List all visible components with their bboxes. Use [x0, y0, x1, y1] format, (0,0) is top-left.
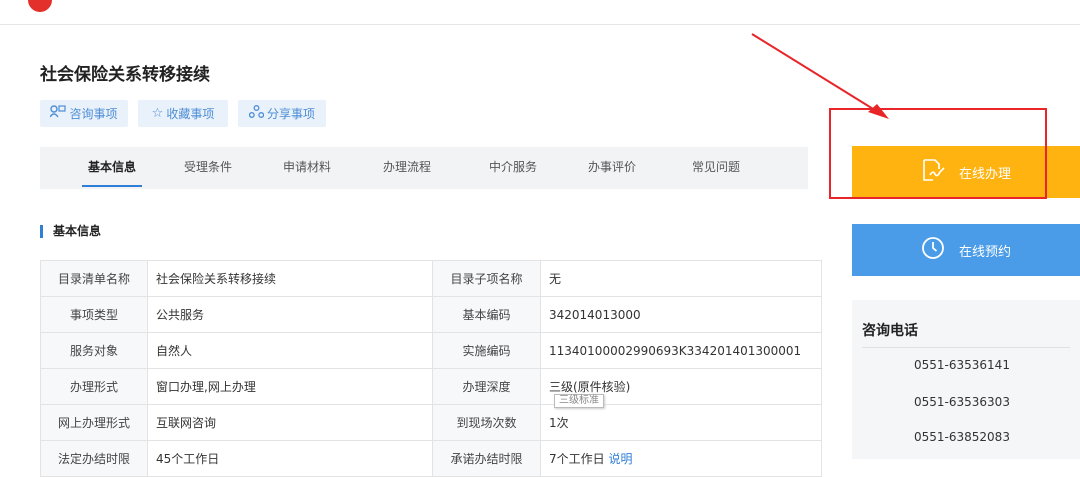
row-value: 公共服务: [147, 296, 433, 333]
document-sign-icon: [921, 159, 945, 185]
section-title: 基本信息: [40, 225, 101, 238]
table-row: 目录清单名称 社会保险关系转移接续 目录子项名称 无: [40, 260, 822, 297]
row-value: 互联网咨询: [147, 404, 433, 441]
table-row: 办理形式 窗口办理,网上办理 办理深度 三级(原件核验): [40, 368, 822, 405]
phone-number: 0551-63852083: [914, 430, 1010, 444]
favorite-item-label: 收藏事项: [166, 107, 215, 121]
row-value: 无: [540, 260, 822, 297]
share-item-button[interactable]: 分享事项: [238, 100, 326, 127]
row-value: 11340100002990693K334201401300001: [540, 332, 822, 369]
page-title: 社会保险关系转移接续: [40, 65, 210, 85]
consult-item-label: 咨询事项: [69, 107, 118, 121]
phone-number: 0551-63536303: [914, 395, 1010, 409]
clock-icon: [921, 236, 945, 264]
row-label: 目录子项名称: [432, 260, 541, 297]
row-value: 窗口办理,网上办理: [147, 368, 433, 405]
share-icon: [248, 105, 265, 122]
row-label: 网上办理形式: [40, 404, 148, 441]
favorite-item-button[interactable]: ☆ 收藏事项: [138, 100, 228, 127]
logo-icon[interactable]: [28, 0, 52, 12]
tab-faq[interactable]: 常见问题: [686, 147, 746, 189]
divider: [862, 347, 1070, 348]
star-icon: ☆: [151, 106, 164, 121]
depth-tooltip: 三级标准: [554, 394, 604, 408]
online-appointment-label: 在线预约: [958, 244, 1011, 260]
row-label: 办理形式: [40, 368, 148, 405]
tab-conditions[interactable]: 受理条件: [178, 147, 238, 189]
online-appointment-button[interactable]: 在线预约: [852, 224, 1080, 276]
explain-link[interactable]: 说明: [608, 452, 632, 466]
row-value: 社会保险关系转移接续: [147, 260, 433, 297]
row-value: 自然人: [147, 332, 433, 369]
row-label: 到现场次数: [432, 404, 541, 441]
consult-item-button[interactable]: 咨询事项: [40, 100, 128, 127]
share-item-label: 分享事项: [266, 107, 315, 121]
row-label: 办理深度: [432, 368, 541, 405]
tab-evaluation[interactable]: 办事评价: [582, 147, 642, 189]
info-tabs: 基本信息 受理条件 申请材料 办理流程 中介服务 办事评价 常见问题: [40, 147, 808, 189]
row-label: 事项类型: [40, 296, 148, 333]
row-label: 实施编码: [432, 332, 541, 369]
table-row: 事项类型 公共服务 基本编码 342014013000: [40, 296, 822, 333]
row-label: 服务对象: [40, 332, 148, 369]
consult-phone-title: 咨询电话: [862, 323, 918, 339]
top-header: [0, 0, 1080, 25]
row-label: 基本编码: [432, 296, 541, 333]
row-label: 目录清单名称: [40, 260, 148, 297]
online-handle-button[interactable]: 在线办理: [852, 146, 1080, 198]
table-row: 服务对象 自然人 实施编码 11340100002990693K33420140…: [40, 332, 822, 369]
row-value: 342014013000: [540, 296, 822, 333]
row-value-text: 7个工作日: [549, 452, 605, 466]
tab-process[interactable]: 办理流程: [377, 147, 437, 189]
tab-intermediary[interactable]: 中介服务: [483, 147, 543, 189]
tab-basic-info[interactable]: 基本信息: [82, 147, 142, 189]
consult-icon: [49, 105, 67, 122]
tab-materials[interactable]: 申请材料: [277, 147, 337, 189]
online-handle-label: 在线办理: [958, 166, 1011, 182]
table-row: 网上办理形式 互联网咨询 到现场次数 1次: [40, 404, 822, 441]
basic-info-table: 目录清单名称 社会保险关系转移接续 目录子项名称 无 事项类型 公共服务 基本编…: [40, 260, 822, 477]
row-value: 1次: [540, 404, 822, 441]
consult-phone-panel: 咨询电话 0551-63536141 0551-63536303 0551-63…: [852, 300, 1080, 459]
phone-number: 0551-63536141: [914, 358, 1010, 372]
